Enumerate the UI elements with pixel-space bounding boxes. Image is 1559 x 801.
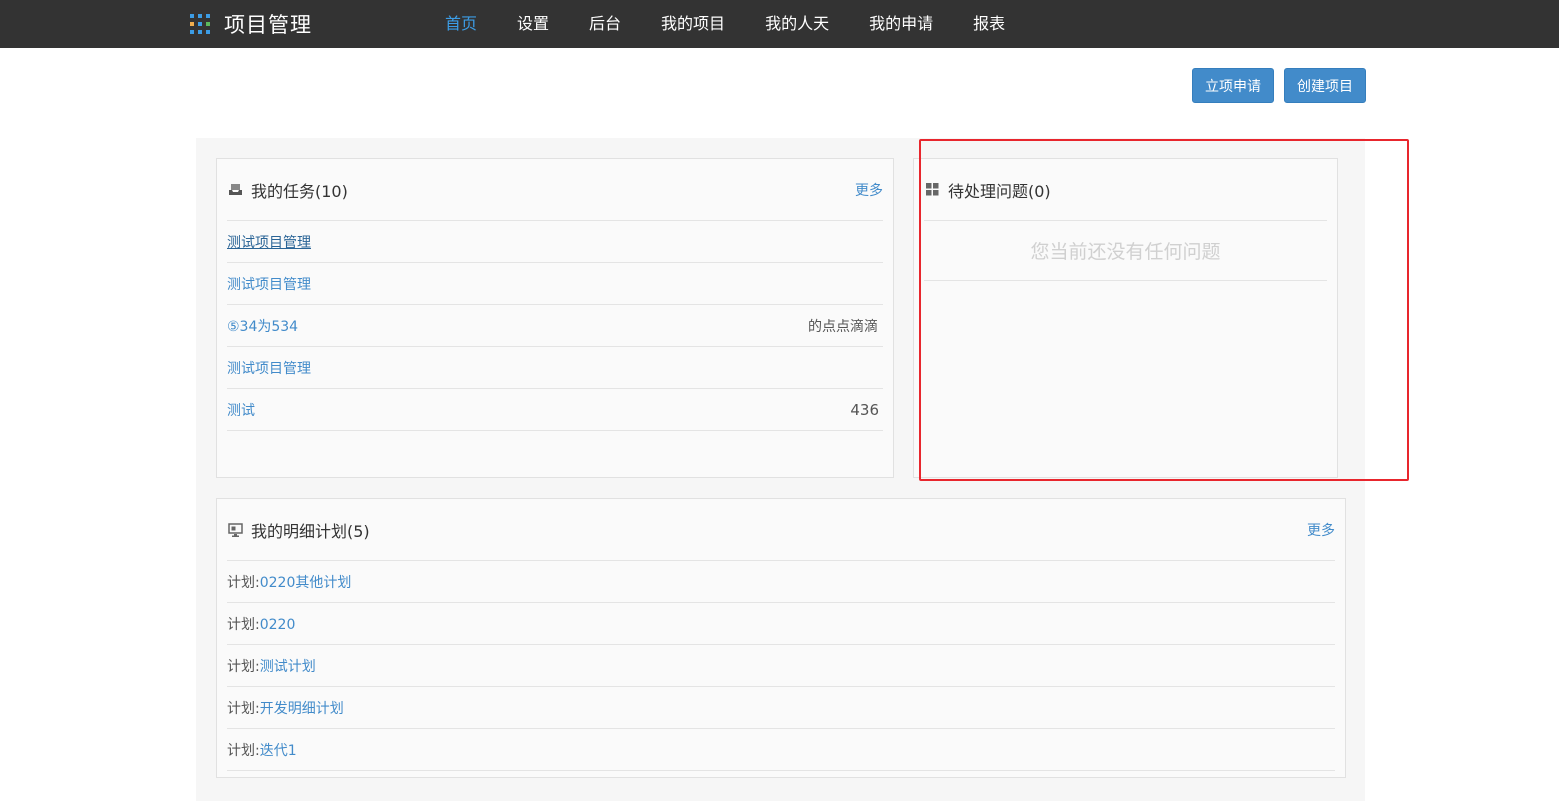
my-tasks-panel: 我的任务(10) 更多 测试项目管理 测试项目管理 ⑤34为534 的点点滴滴 … bbox=[216, 158, 894, 478]
panel-title: 待处理问题(0) bbox=[948, 181, 1051, 201]
my-plans-panel: 我的明细计划(5) 更多 计划:0220其他计划 计划:0220 计划:测试计划… bbox=[216, 498, 1346, 778]
nav-item-my-applications[interactable]: 我的申请 bbox=[849, 0, 953, 48]
monitor-icon bbox=[227, 522, 243, 538]
plan-prefix: 计划: bbox=[227, 574, 260, 591]
nav-item-home[interactable]: 首页 bbox=[425, 0, 497, 48]
task-link[interactable]: 测试项目管理 bbox=[227, 358, 311, 378]
pending-issues-panel: 待处理问题(0) 您当前还没有任何问题 bbox=[913, 158, 1338, 478]
brand[interactable]: 项目管理 bbox=[190, 0, 312, 48]
inbox-icon bbox=[227, 182, 243, 198]
panel-header: 我的任务(10) 更多 bbox=[227, 159, 883, 221]
task-link[interactable]: ⑤34为534 bbox=[227, 316, 298, 336]
list-item: ⑤34为534 的点点滴滴 bbox=[227, 305, 883, 347]
task-list: 测试项目管理 测试项目管理 ⑤34为534 的点点滴滴 测试项目管理 测试 43… bbox=[227, 221, 883, 431]
plan-prefix: 计划: bbox=[227, 742, 260, 759]
plan-link[interactable]: 0220 bbox=[260, 617, 296, 633]
plan-link[interactable]: 0220其他计划 bbox=[260, 575, 352, 591]
tasks-more-link[interactable]: 更多 bbox=[855, 180, 883, 200]
nav-item-my-man-days[interactable]: 我的人天 bbox=[745, 0, 849, 48]
plan-prefix: 计划: bbox=[227, 658, 260, 675]
panel-header: 待处理问题(0) bbox=[924, 159, 1327, 221]
nav-item-settings[interactable]: 设置 bbox=[497, 0, 569, 48]
list-item: 测试 436 bbox=[227, 389, 883, 431]
list-item: 计划:0220其他计划 bbox=[227, 561, 1335, 603]
create-project-button[interactable]: 创建项目 bbox=[1284, 68, 1366, 103]
plan-prefix: 计划: bbox=[227, 700, 260, 717]
task-extra: 436 bbox=[850, 400, 879, 419]
panel-header: 我的明细计划(5) 更多 bbox=[227, 499, 1335, 561]
task-extra: 的点点滴滴 bbox=[808, 318, 878, 335]
plan-list: 计划:0220其他计划 计划:0220 计划:测试计划 计划:开发明细计划 计划… bbox=[227, 561, 1335, 771]
list-item: 计划:迭代1 bbox=[227, 729, 1335, 771]
task-link[interactable]: 测试 bbox=[227, 400, 255, 420]
grid-icon bbox=[924, 182, 940, 198]
nav-item-admin[interactable]: 后台 bbox=[569, 0, 641, 48]
app-grid-icon bbox=[190, 14, 210, 34]
plans-more-link[interactable]: 更多 bbox=[1307, 520, 1335, 540]
list-item: 测试项目管理 bbox=[227, 263, 883, 305]
task-link[interactable]: 测试项目管理 bbox=[227, 232, 311, 252]
panel-title: 我的任务(10) bbox=[251, 181, 348, 201]
project-apply-button[interactable]: 立项申请 bbox=[1192, 68, 1274, 103]
list-item: 测试项目管理 bbox=[227, 221, 883, 263]
list-item: 测试项目管理 bbox=[227, 347, 883, 389]
list-item: 计划:开发明细计划 bbox=[227, 687, 1335, 729]
plan-link[interactable]: 开发明细计划 bbox=[260, 701, 344, 717]
panel-title: 我的明细计划(5) bbox=[251, 521, 370, 541]
list-item: 计划:测试计划 bbox=[227, 645, 1335, 687]
app-title: 项目管理 bbox=[224, 13, 312, 37]
task-link[interactable]: 测试项目管理 bbox=[227, 274, 311, 294]
plan-prefix: 计划: bbox=[227, 616, 260, 633]
nav-item-my-projects[interactable]: 我的项目 bbox=[641, 0, 745, 48]
empty-state-text: 您当前还没有任何问题 bbox=[924, 221, 1327, 281]
main-nav: 首页 设置 后台 我的项目 我的人天 我的申请 报表 bbox=[425, 0, 1025, 48]
top-navbar: 项目管理 首页 设置 后台 我的项目 我的人天 我的申请 报表 bbox=[0, 0, 1559, 48]
list-item: 计划:0220 bbox=[227, 603, 1335, 645]
plan-link[interactable]: 迭代1 bbox=[260, 743, 297, 759]
plan-link[interactable]: 测试计划 bbox=[260, 659, 316, 675]
nav-item-reports[interactable]: 报表 bbox=[953, 0, 1025, 48]
